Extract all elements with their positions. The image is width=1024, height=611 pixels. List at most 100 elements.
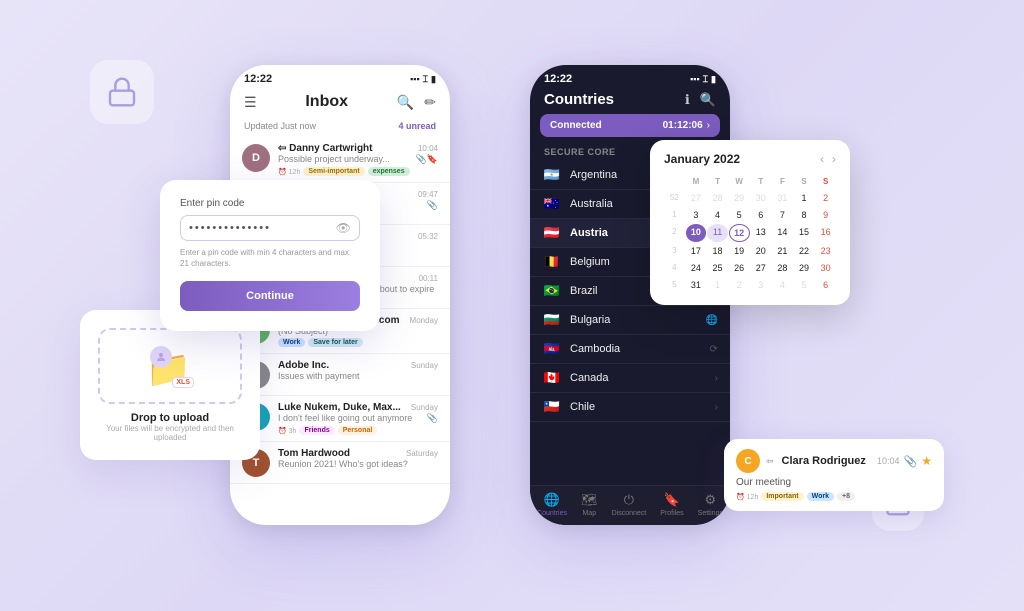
cal-day-25[interactable]: 25 bbox=[707, 260, 728, 276]
inbox-time-5: Sunday bbox=[411, 361, 438, 370]
cal-day-15[interactable]: 15 bbox=[794, 224, 815, 242]
cal-day-9[interactable]: 9 bbox=[815, 207, 836, 223]
eye-icon[interactable]: 👁 bbox=[336, 221, 351, 235]
inbox-item-6[interactable]: L Luke Nukem, Duke, Max... Sunday I don'… bbox=[230, 396, 450, 442]
inbox-item-0[interactable]: D ⇦ Danny Cartwright 10:04 Possible proj… bbox=[230, 137, 450, 183]
cal-day-16[interactable]: 16 bbox=[815, 224, 836, 242]
inbox-preview-6: I don't feel like going out anymore 📎 bbox=[278, 413, 438, 424]
upload-overlay: 📁 XLS Drop to upload Your files will be … bbox=[80, 310, 260, 460]
cal-day-23[interactable]: 23 bbox=[815, 243, 836, 259]
cal-day-2-feb[interactable]: 2 bbox=[729, 277, 750, 293]
profiles-tab-label: Profiles bbox=[660, 510, 683, 517]
profiles-tab-icon: 🔖 bbox=[664, 492, 680, 508]
cal-day-6-feb[interactable]: 6 bbox=[815, 277, 836, 293]
cal-day-30[interactable]: 30 bbox=[815, 260, 836, 276]
cal-day-8[interactable]: 8 bbox=[794, 207, 815, 223]
lock-bg-icon bbox=[90, 60, 154, 124]
cal-day-31[interactable]: 31 bbox=[686, 277, 707, 293]
cal-mon-header: M bbox=[686, 174, 707, 189]
vpn-signal-icon: ▪▪▪ bbox=[690, 74, 700, 84]
cal-week-2: 2 bbox=[664, 224, 685, 242]
vpn-status-icons: ▪▪▪ ⌶ ▮ bbox=[690, 74, 716, 85]
cal-day-3-feb[interactable]: 3 bbox=[751, 277, 772, 293]
cal-day-6[interactable]: 6 bbox=[751, 207, 772, 223]
cal-day-26[interactable]: 26 bbox=[729, 260, 750, 276]
cal-day-28[interactable]: 28 bbox=[772, 260, 793, 276]
cal-week-4: 4 bbox=[664, 260, 685, 276]
cal-day-4-feb[interactable]: 4 bbox=[772, 277, 793, 293]
cal-day-5[interactable]: 5 bbox=[729, 207, 750, 223]
cal-day-27-dec[interactable]: 27 bbox=[686, 190, 707, 206]
inbox-time-7: Saturday bbox=[406, 449, 438, 458]
calendar-next-button[interactable]: › bbox=[832, 152, 836, 166]
country-cambodia[interactable]: 🇰🇭 Cambodia ⟳ bbox=[530, 335, 730, 364]
info-icon[interactable]: ℹ bbox=[685, 92, 690, 108]
country-bulgaria[interactable]: 🇧🇬 Bulgaria 🌐 bbox=[530, 306, 730, 335]
inbox-status-bar: 12:22 ▪▪▪ ⌶ ▮ bbox=[230, 65, 450, 89]
inbox-time-1: 09:47 bbox=[418, 190, 438, 199]
compose-icon[interactable]: ✏ bbox=[424, 94, 436, 111]
cal-day-19[interactable]: 19 bbox=[729, 243, 750, 259]
cal-day-28-dec[interactable]: 28 bbox=[707, 190, 728, 206]
cal-thu-header: T bbox=[751, 174, 772, 189]
cal-day-22[interactable]: 22 bbox=[794, 243, 815, 259]
cal-day-31-dec[interactable]: 31 bbox=[772, 190, 793, 206]
country-name-cambodia: Cambodia bbox=[570, 343, 702, 355]
vpn-connected-label: Connected bbox=[550, 120, 602, 131]
cal-day-5-feb[interactable]: 5 bbox=[794, 277, 815, 293]
cal-day-1[interactable]: 1 bbox=[794, 190, 815, 206]
vpn-time: 12:22 bbox=[544, 73, 572, 85]
inbox-name-6: Luke Nukem, Duke, Max... bbox=[278, 402, 401, 413]
cal-day-13[interactable]: 13 bbox=[751, 224, 772, 242]
cal-day-14[interactable]: 14 bbox=[772, 224, 793, 242]
country-chile[interactable]: 🇨🇱 Chile › bbox=[530, 393, 730, 422]
cal-day-29[interactable]: 29 bbox=[794, 260, 815, 276]
disconnect-tab-label: Disconnect bbox=[612, 510, 647, 517]
cal-day-12[interactable]: 12 bbox=[729, 224, 750, 242]
pin-overlay: Enter pin code •••••••••••••• 👁 Enter a … bbox=[160, 180, 380, 331]
cal-day-17[interactable]: 17 bbox=[686, 243, 707, 259]
continue-button[interactable]: Continue bbox=[180, 281, 360, 311]
vpn-nav-icons: ℹ 🔍 bbox=[685, 92, 716, 108]
inbox-time-3: 00:11 bbox=[419, 274, 438, 283]
search-icon[interactable]: 🔍 bbox=[397, 94, 414, 111]
wifi-icon: ⌶ bbox=[423, 74, 428, 85]
cal-day-11[interactable]: 11 bbox=[707, 224, 728, 242]
cal-day-10[interactable]: 10 bbox=[686, 224, 707, 242]
inbox-item-5[interactable]: A Adobe Inc. Sunday Issues with payment bbox=[230, 354, 450, 396]
vpn-tab-disconnect[interactable]: ⏻ Disconnect bbox=[612, 492, 647, 517]
cal-day-2[interactable]: 2 bbox=[815, 190, 836, 206]
calendar-overlay: January 2022 ‹ › M T W T F S S 52 27 28 … bbox=[650, 140, 850, 305]
map-tab-label: Map bbox=[582, 510, 596, 517]
cal-day-27[interactable]: 27 bbox=[751, 260, 772, 276]
vpn-connected-bar[interactable]: Connected 01:12:06 › bbox=[540, 114, 720, 137]
cal-day-29-dec[interactable]: 29 bbox=[729, 190, 750, 206]
calendar-prev-button[interactable]: ‹ bbox=[820, 152, 824, 166]
cal-day-21[interactable]: 21 bbox=[772, 243, 793, 259]
vpn-tab-countries[interactable]: 🌐 Countries bbox=[537, 492, 567, 517]
countries-tab-label: Countries bbox=[537, 510, 567, 517]
cal-day-30-dec[interactable]: 30 bbox=[751, 190, 772, 206]
notification-card[interactable]: C ⇦ Clara Rodriguez 10:04 📎 ★ Our meetin… bbox=[724, 439, 944, 511]
cal-day-7[interactable]: 7 bbox=[772, 207, 793, 223]
inbox-item-7[interactable]: T Tom Hardwood Saturday Reunion 2021! Wh… bbox=[230, 442, 450, 484]
hamburger-icon[interactable]: ☰ bbox=[244, 94, 257, 111]
vpn-tab-profiles[interactable]: 🔖 Profiles bbox=[660, 492, 683, 517]
pin-input-row[interactable]: •••••••••••••• 👁 bbox=[180, 215, 360, 241]
vpn-tab-map[interactable]: 🗺 Map bbox=[581, 492, 598, 517]
vpn-timer: 01:12:06 bbox=[663, 120, 703, 131]
inbox-name-5: Adobe Inc. bbox=[278, 360, 329, 371]
cal-day-18[interactable]: 18 bbox=[707, 243, 728, 259]
expand-icon-bulgaria: 🌐 bbox=[706, 315, 718, 326]
vpn-tab-settings[interactable]: ⚙ Settings bbox=[698, 492, 723, 517]
cal-day-1-feb[interactable]: 1 bbox=[707, 277, 728, 293]
cal-day-24[interactable]: 24 bbox=[686, 260, 707, 276]
inbox-updated-bar: Updated Just now 4 unread bbox=[230, 119, 450, 137]
cal-day-4[interactable]: 4 bbox=[707, 207, 728, 223]
chevron-right-icon: › bbox=[707, 120, 710, 131]
upload-dropzone[interactable]: 📁 XLS bbox=[98, 328, 242, 404]
cal-day-20[interactable]: 20 bbox=[751, 243, 772, 259]
cal-day-3[interactable]: 3 bbox=[686, 207, 707, 223]
country-canada[interactable]: 🇨🇦 Canada › bbox=[530, 364, 730, 393]
vpn-search-icon[interactable]: 🔍 bbox=[700, 92, 716, 108]
